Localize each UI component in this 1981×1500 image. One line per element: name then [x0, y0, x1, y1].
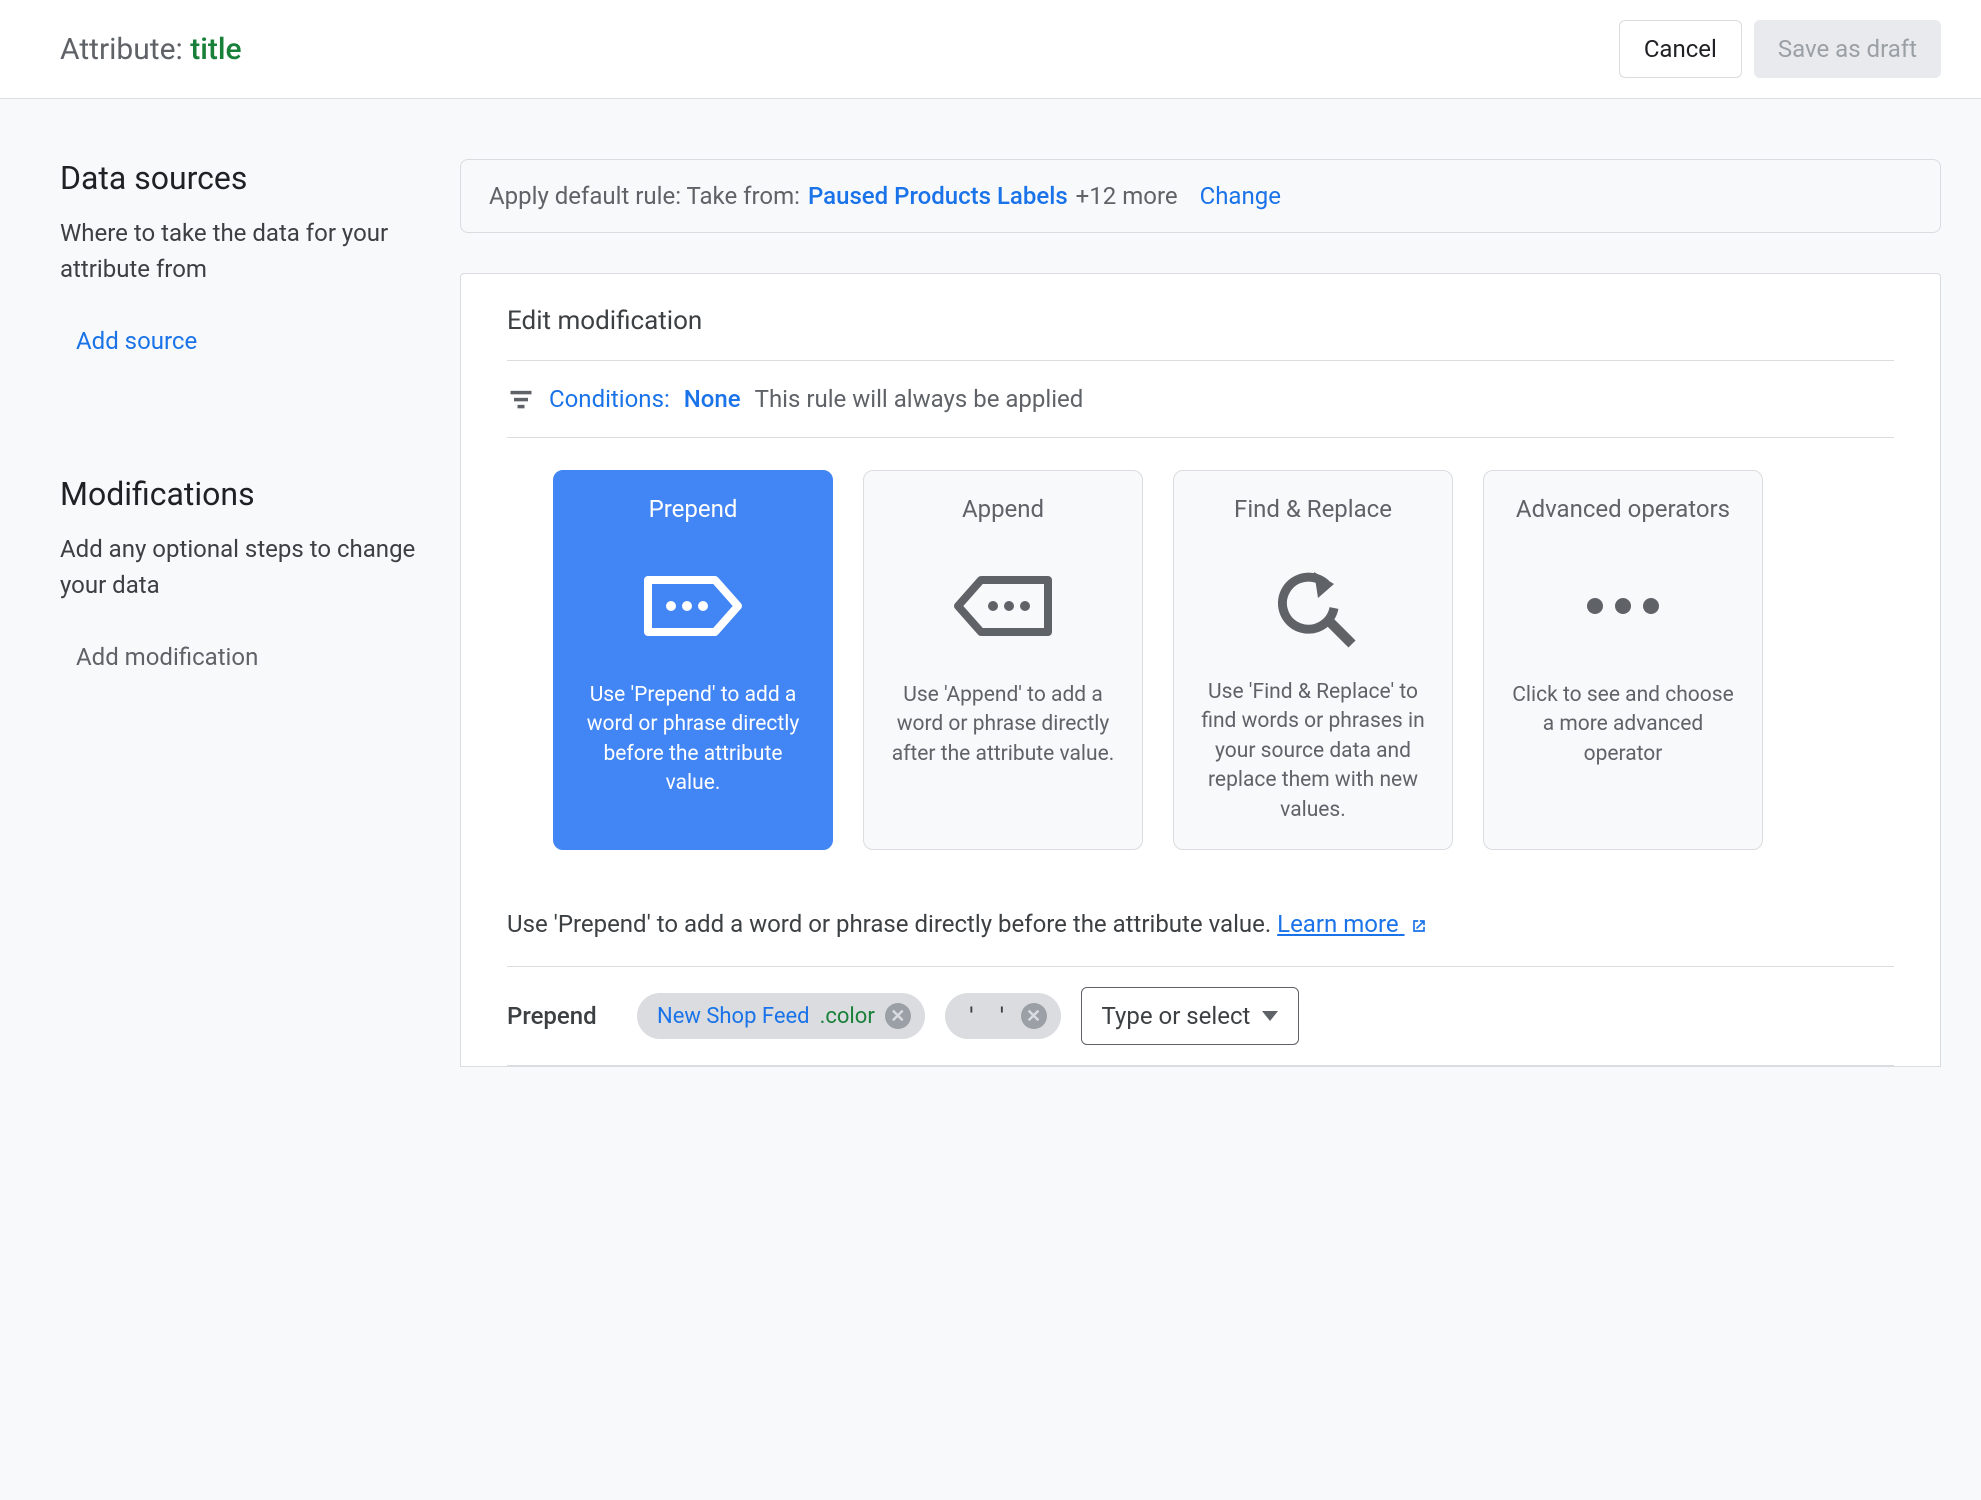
find-replace-icon: [1268, 551, 1358, 658]
page-title: Attribute: title: [60, 32, 242, 67]
chevron-down-icon: [1262, 1011, 1278, 1021]
chip-remove-icon[interactable]: ✕: [1021, 1003, 1047, 1029]
data-sources-description: Where to take the data for your attribut…: [60, 215, 420, 287]
data-sources-section: Data sources Where to take the data for …: [60, 159, 420, 355]
learn-more-link[interactable]: Learn more: [1277, 910, 1428, 938]
filter-icon: [507, 385, 535, 413]
chip-literal[interactable]: ' ' ✕: [945, 993, 1061, 1039]
operator-card-prepend[interactable]: Prepend Use 'Prepend' to add a word or p…: [553, 470, 833, 850]
operator-card-advanced[interactable]: Advanced operators Click to see and choo…: [1483, 470, 1763, 850]
prepend-input-row: Prepend New Shop Feed .color ✕ ' ' ✕ Type…: [507, 966, 1894, 1066]
type-select-label: Type or select: [1102, 1002, 1251, 1030]
conditions-row[interactable]: Conditions: None This rule will always b…: [507, 361, 1894, 437]
default-rule-feed-link[interactable]: Paused Products Labels: [808, 182, 1068, 210]
default-rule-prefix: Apply default rule: Take from:: [489, 182, 800, 210]
operator-title: Append: [962, 495, 1044, 523]
operator-title: Advanced operators: [1516, 495, 1730, 523]
operator-description: Use 'Prepend' to add a word or phrase di…: [576, 681, 810, 799]
conditions-label: Conditions:: [549, 385, 670, 413]
save-as-draft-button[interactable]: Save as draft: [1754, 20, 1941, 78]
chip-remove-icon[interactable]: ✕: [885, 1003, 911, 1029]
default-rule-more: +12 more: [1076, 182, 1178, 210]
external-link-icon: [1409, 916, 1429, 936]
default-rule-box: Apply default rule: Take from: Paused Pr…: [460, 159, 1941, 233]
add-modification-link: Add modification: [60, 643, 258, 671]
edit-modification-title: Edit modification: [507, 306, 1894, 336]
operator-title: Find & Replace: [1234, 495, 1392, 523]
chip-feed-attribute[interactable]: New Shop Feed .color ✕: [637, 993, 925, 1039]
operator-description: Click to see and choose a more advanced …: [1506, 681, 1740, 769]
help-text: Use 'Prepend' to add a word or phrase di…: [507, 910, 1277, 938]
modifications-description: Add any optional steps to change your da…: [60, 531, 420, 603]
modifications-section: Modifications Add any optional steps to …: [60, 475, 420, 671]
page-header: Attribute: title Cancel Save as draft: [0, 0, 1981, 99]
operator-help-text: Use 'Prepend' to add a word or phrase di…: [507, 898, 1894, 966]
chip-literal-text: ' ': [965, 1004, 1011, 1029]
more-dots-icon: [1587, 551, 1659, 661]
prepend-icon: [643, 551, 743, 661]
chip-feed-name: New Shop Feed: [657, 1004, 810, 1029]
default-rule-change-link[interactable]: Change: [1200, 182, 1281, 210]
conditions-description: This rule will always be applied: [755, 385, 1084, 413]
learn-more-label: Learn more: [1277, 910, 1398, 938]
data-sources-heading: Data sources: [60, 159, 420, 197]
conditions-value: None: [684, 385, 741, 413]
add-source-link[interactable]: Add source: [60, 327, 197, 355]
attribute-name: title: [190, 32, 241, 67]
header-buttons: Cancel Save as draft: [1619, 20, 1941, 78]
modifications-heading: Modifications: [60, 475, 420, 513]
operator-description: Use 'Find & Replace' to find words or ph…: [1196, 678, 1430, 825]
operator-title: Prepend: [649, 495, 738, 523]
append-icon: [953, 551, 1053, 661]
operator-card-append[interactable]: Append Use 'Append' to add a word or phr…: [863, 470, 1143, 850]
operator-description: Use 'Append' to add a word or phrase dir…: [886, 681, 1120, 769]
chip-attr-name: .color: [820, 1004, 875, 1029]
attribute-prefix: Attribute:: [60, 32, 190, 67]
type-or-select-dropdown[interactable]: Type or select: [1081, 987, 1300, 1045]
edit-modification-card: Edit modification Conditions: None This …: [460, 273, 1941, 1067]
operator-card-find-replace[interactable]: Find & Replace Use 'Find & Replace' to f…: [1173, 470, 1453, 850]
cancel-button[interactable]: Cancel: [1619, 20, 1742, 78]
prepend-row-label: Prepend: [507, 1002, 617, 1030]
operator-cards: Prepend Use 'Prepend' to add a word or p…: [507, 438, 1894, 898]
